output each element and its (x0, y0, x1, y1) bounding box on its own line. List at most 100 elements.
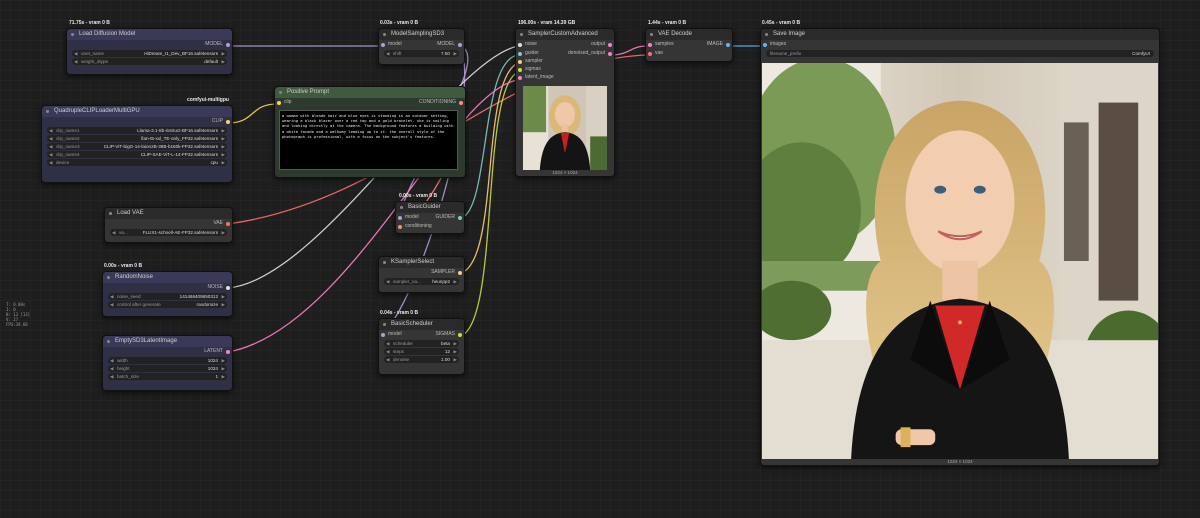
node-title[interactable]: BasicScheduler (379, 319, 464, 330)
width-number[interactable]: ◀ width 1024 ▶ (108, 357, 227, 364)
collapse-dot-icon[interactable] (383, 261, 386, 264)
denoised-output-pin[interactable] (608, 52, 612, 56)
steps-number[interactable]: ◀ steps 12 ▶ (384, 348, 459, 355)
filename-prefix-input[interactable]: filename_prefix ComfyUI (766, 50, 1154, 57)
latent-input-pin[interactable] (518, 76, 522, 80)
device-combo[interactable]: ◀ device cpu ▶ (47, 159, 227, 166)
sampler-name-combo[interactable]: ◀ sampler_na... heunpp2 ▶ (384, 278, 459, 285)
load-diffusion-model-node[interactable]: Load Diffusion Model MODEL ◀ unet_name HiD… (66, 28, 233, 75)
model-sampling-sd3-node[interactable]: ModelSamplingSD3 model MODEL ◀ shift 7.50 ▶ (378, 28, 465, 65)
sigmas-output-pin[interactable] (458, 333, 462, 337)
save-image-timing-badge: 0.45s - vram 0 B (762, 20, 801, 26)
node-title[interactable]: EmptySD3LatentImage (103, 336, 232, 347)
collapse-dot-icon[interactable] (71, 33, 74, 36)
multigpu-badge: comfyui-multigpu (187, 97, 229, 103)
save-image-node[interactable]: Save Image images filename_prefix ComfyUI (760, 28, 1160, 466)
height-number[interactable]: ◀ height 1024 ▶ (108, 365, 227, 372)
collapse-dot-icon[interactable] (109, 212, 112, 215)
clip-input-pin[interactable] (277, 101, 281, 105)
noise-input-pin[interactable] (518, 43, 522, 47)
node-title[interactable]: KSamplerSelect (379, 257, 464, 268)
noise-output-label: NOISE (207, 284, 223, 290)
node-title[interactable]: QuadrupleCLIPLoaderMultiGPU (42, 106, 232, 117)
random-noise-node[interactable]: RandomNoise NOISE ◀ noise_seed 14146640965… (102, 271, 233, 317)
collapse-dot-icon[interactable] (383, 323, 386, 326)
model-output-pin[interactable] (458, 43, 462, 47)
node-title[interactable]: ModelSamplingSD3 (379, 29, 464, 40)
collapse-dot-icon[interactable] (107, 276, 110, 279)
model-output-pin[interactable] (226, 43, 230, 47)
quadruple-clip-loader-node[interactable]: QuadrupleCLIPLoaderMultiGPU CLIP ◀ clip_n… (41, 105, 233, 183)
unet-name-combo[interactable]: ◀ unet_name HiDream_I1_Dev_BF16.safetensor… (72, 50, 227, 57)
model-input-pin[interactable] (398, 216, 402, 220)
basic-scheduler-node[interactable]: BasicScheduler model SIGMAS ◀ scheduler bet… (378, 318, 465, 375)
ksampler-select-node[interactable]: KSamplerSelect SAMPLER ◀ sampler_na... heu… (378, 256, 465, 293)
clip-name1-combo[interactable]: ◀ clip_name1 Llama-3.1-8b-instruct-BF16.sa… (47, 127, 227, 134)
clip-name2-combo[interactable]: ◀ clip_name2 flan-t5-xxl_TE-only_FP32.safe… (47, 135, 227, 142)
collapse-dot-icon[interactable] (107, 340, 110, 343)
basic-guider-timing-badge: 0.00s - vram 0 B (399, 193, 438, 199)
collapse-dot-icon[interactable] (650, 33, 653, 36)
sampler-custom-timing-badge: 196.00s - vram 14.39 GB (518, 20, 576, 26)
node-title[interactable]: VAE Decode (646, 29, 732, 40)
sampler-output-pin[interactable] (458, 271, 462, 275)
wire-clip (227, 103, 278, 124)
portrait-image (523, 86, 607, 170)
guider-output-pin[interactable] (458, 216, 462, 220)
output-label: output (591, 41, 605, 47)
load-vae-node[interactable]: Load VAE VAE ◀ va... FLUX1-schnell-AE-FP32… (104, 207, 233, 243)
node-title[interactable]: SamplerCustomAdvanced (516, 29, 614, 40)
empty-sd3-latent-node[interactable]: EmptySD3LatentImage LATENT ◀ width 1024 ▶ ◀… (102, 335, 233, 391)
sampler-input-pin[interactable] (518, 60, 522, 64)
basic-guider-node[interactable]: BasicGuider model GUIDER conditioning (395, 201, 465, 234)
image-output-pin[interactable] (726, 43, 730, 47)
vae-name-combo[interactable]: ◀ va... FLUX1-schnell-AE-FP32.safetensors ▶ (110, 229, 227, 236)
latent-output-pin[interactable] (226, 350, 230, 354)
clip-name4-combo[interactable]: ◀ clip_name4 CLIP-SAE-ViT-L-14-FP32.safete… (47, 151, 227, 158)
images-input-pin[interactable] (763, 43, 767, 47)
clip-output-pin[interactable] (226, 120, 230, 124)
shift-number[interactable]: ◀ shift 7.50 ▶ (384, 50, 459, 57)
vae-input-pin[interactable] (648, 52, 652, 56)
collapse-dot-icon[interactable] (279, 91, 282, 94)
control-after-generate-combo[interactable]: ◀ control after generate randomize ▶ (108, 301, 227, 308)
vae-decode-node[interactable]: VAE Decode samples IMAGE vae (645, 28, 733, 62)
guider-input-label: guider (525, 50, 539, 56)
collapse-dot-icon[interactable] (400, 206, 403, 209)
weight-dtype-combo[interactable]: ◀ weight_dtype default ▶ (72, 58, 227, 65)
prompt-textarea[interactable]: a woman with blonde hair and blue eyes i… (279, 110, 458, 170)
output-dimensions: 1024 × 1024 (552, 170, 578, 175)
wire-sigmas (460, 71, 519, 337)
conditioning-input-pin[interactable] (398, 225, 402, 229)
denoise-number[interactable]: ◀ denoise 1.00 ▶ (384, 356, 459, 363)
sigmas-input-pin[interactable] (518, 68, 522, 72)
noise-seed-number[interactable]: ◀ noise_seed 141466409650312 ▶ (108, 293, 227, 300)
saved-image-preview[interactable] (762, 63, 1158, 459)
batch-size-number[interactable]: ◀ batch_size 1 ▶ (108, 373, 227, 380)
node-title[interactable]: Positive Prompt (275, 87, 465, 98)
conditioning-output-pin[interactable] (459, 101, 463, 105)
node-title[interactable]: Load VAE (105, 208, 232, 219)
node-title[interactable]: Save Image (761, 29, 1159, 40)
vae-output-pin[interactable] (226, 222, 230, 226)
positive-prompt-node[interactable]: Positive Prompt clip CONDITIONING a woman… (274, 86, 466, 178)
node-title[interactable]: BasicGuider (396, 202, 464, 213)
node-title[interactable]: RandomNoise (103, 272, 232, 283)
collapse-dot-icon[interactable] (765, 33, 768, 36)
model-input-label: model (388, 41, 402, 47)
preview-thumbnail[interactable] (523, 86, 607, 170)
collapse-dot-icon[interactable] (383, 33, 386, 36)
clip-name3-combo[interactable]: ◀ clip_name3 CLIP-ViT-bigG-14-laion2B-39B-… (47, 143, 227, 150)
denoised-output-label: denoised_output (568, 50, 605, 56)
output-pin[interactable] (608, 43, 612, 47)
model-input-pin[interactable] (381, 43, 385, 47)
samples-input-pin[interactable] (648, 43, 652, 47)
scheduler-combo[interactable]: ◀ scheduler beta ▶ (384, 340, 459, 347)
node-title[interactable]: Load Diffusion Model (67, 29, 232, 40)
collapse-dot-icon[interactable] (46, 110, 49, 113)
noise-output-pin[interactable] (226, 286, 230, 290)
model-input-pin[interactable] (381, 333, 385, 337)
collapse-dot-icon[interactable] (520, 33, 523, 36)
sampler-custom-advanced-node[interactable]: SamplerCustomAdvanced noise output guider… (515, 28, 615, 177)
guider-input-pin[interactable] (518, 52, 522, 56)
